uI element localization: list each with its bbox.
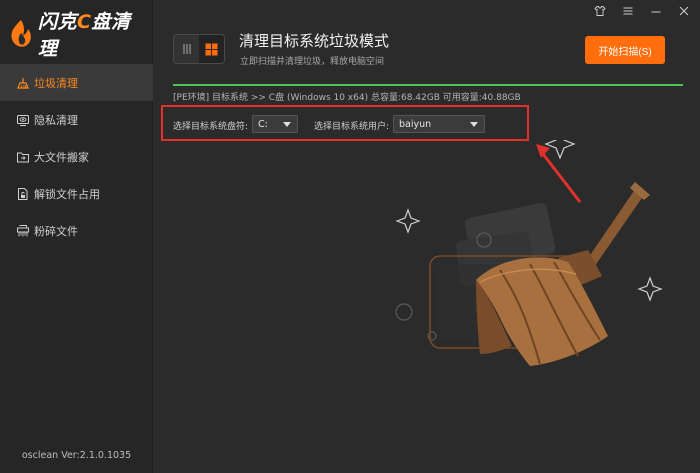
system-info-text: [PE环境] 目标系统 >> C盘 (Windows 10 x64) 总容量:6… <box>173 93 521 103</box>
folder-move-icon <box>16 150 30 164</box>
drive-select[interactable]: C: <box>252 115 298 133</box>
sidebar-item-junk-clean[interactable]: 垃圾清理 <box>0 64 153 101</box>
header: 清理目标系统垃圾模式 立即扫描并清理垃圾，释放电脑空间 开始扫描(S) <box>153 0 700 84</box>
drive-select-value: C: <box>258 118 268 130</box>
sidebar-nav: 垃圾清理 隐私清理 大文件搬家 解锁文件占用 粉碎文件 <box>0 64 153 249</box>
sparkle-icon <box>637 276 663 302</box>
sidebar-item-privacy-clean[interactable]: 隐私清理 <box>0 101 153 138</box>
bars-icon <box>182 44 191 54</box>
start-scan-button[interactable]: 开始扫描(S) <box>585 36 665 64</box>
sidebar-item-unlock-file[interactable]: 解锁文件占用 <box>0 175 153 212</box>
shirt-icon <box>594 6 606 16</box>
app-logo: 闪克C盘清理 <box>8 11 148 60</box>
sparkle-icon <box>544 128 576 160</box>
scan-progress-fill <box>173 84 683 86</box>
eye-icon <box>16 113 30 127</box>
sidebar-item-shred-file[interactable]: 粉碎文件 <box>0 212 153 249</box>
unlock-file-icon <box>16 187 30 201</box>
target-selection-box: 选择目标系统盘符: C: 选择目标系统用户: baiyun <box>161 105 529 141</box>
sidebar-item-label: 大文件搬家 <box>34 150 89 164</box>
logo-flame-icon <box>8 19 34 49</box>
logo-text-part: 闪克 <box>38 11 78 33</box>
chevron-down-icon <box>283 122 291 127</box>
user-label: 选择目标系统用户: <box>314 122 390 132</box>
sidebar-item-label: 粉碎文件 <box>34 224 78 238</box>
drive-label: 选择目标系统盘符: <box>173 122 249 132</box>
logo-text-c: C <box>77 11 92 33</box>
mode-legacy-button[interactable] <box>174 35 199 63</box>
scan-progress-line <box>173 84 683 86</box>
close-button[interactable] <box>678 4 690 18</box>
mode-windows-button[interactable] <box>199 35 224 63</box>
page-subtitle: 立即扫描并清理垃圾，释放电脑空间 <box>240 57 385 67</box>
app-window: 闪克C盘清理 垃圾清理 隐私清理 大文件搬家 解锁文件占用 粉碎文件 oscle… <box>0 0 700 473</box>
windows-icon <box>205 43 218 55</box>
menu-icon <box>623 7 633 15</box>
broom-illustration <box>380 128 700 400</box>
version-text: osclean Ver:2.1.0.1035 <box>21 450 132 461</box>
mode-switch[interactable] <box>173 34 225 64</box>
skin-button[interactable] <box>594 4 606 18</box>
sidebar-item-label: 垃圾清理 <box>34 76 78 90</box>
minimize-icon <box>651 11 661 13</box>
sidebar: 闪克C盘清理 垃圾清理 隐私清理 大文件搬家 解锁文件占用 粉碎文件 oscle… <box>0 0 153 473</box>
user-select[interactable]: baiyun <box>393 115 485 133</box>
logo-text: 闪克C盘清理 <box>38 7 148 61</box>
chevron-down-icon <box>470 122 478 127</box>
menu-button[interactable] <box>622 4 634 18</box>
window-controls <box>594 4 690 18</box>
broom-icon <box>16 76 30 90</box>
sidebar-item-large-file-move[interactable]: 大文件搬家 <box>0 138 153 175</box>
page-title: 清理目标系统垃圾模式 <box>239 32 390 50</box>
minimize-button[interactable] <box>650 4 662 18</box>
shred-icon <box>16 224 30 238</box>
user-select-value: baiyun <box>399 118 432 130</box>
sparkle-icon <box>395 208 421 234</box>
close-icon <box>679 6 689 16</box>
sidebar-item-label: 隐私清理 <box>34 113 78 127</box>
sidebar-item-label: 解锁文件占用 <box>34 187 100 201</box>
